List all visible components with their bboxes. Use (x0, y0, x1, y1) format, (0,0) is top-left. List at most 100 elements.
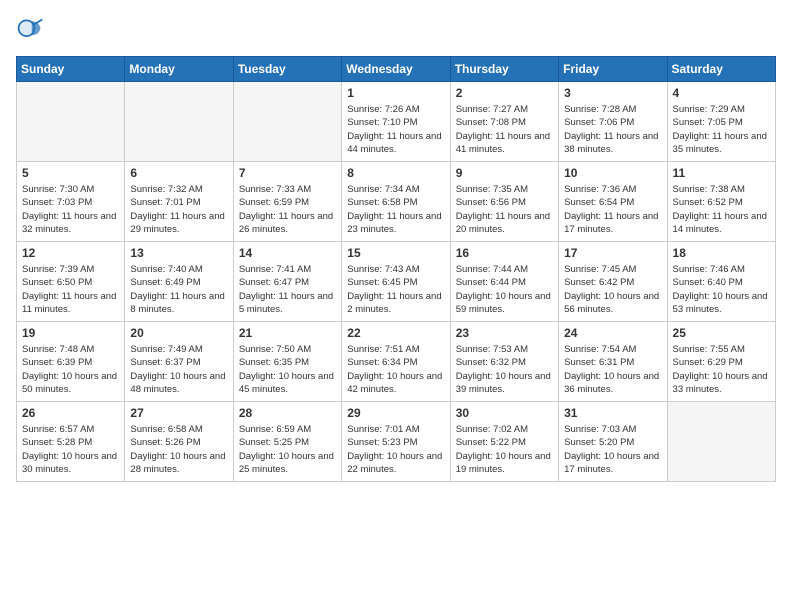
day-detail: Sunrise: 7:53 AM Sunset: 6:32 PM Dayligh… (456, 343, 553, 396)
calendar-cell: 11Sunrise: 7:38 AM Sunset: 6:52 PM Dayli… (667, 162, 775, 242)
week-row-5: 26 Sunrise: 6:57 AM Sunset: 5:28 PM Dayli… (17, 402, 776, 482)
calendar-cell (233, 82, 341, 162)
calendar-cell: 13 Sunrise: 7:40 AM Sunset: 6:49 PM Dayli… (125, 242, 233, 322)
day-detail: Sunrise: 7:28 AM Sunset: 7:06 PM Dayligh… (564, 103, 661, 156)
day-header-tuesday: Tuesday (233, 57, 341, 82)
day-detail: Sunrise: 7:29 AM Sunset: 7:05 PM Dayligh… (673, 103, 770, 156)
calendar-cell: 3 Sunrise: 7:28 AM Sunset: 7:06 PM Daylig… (559, 82, 667, 162)
calendar-cell: 31 Sunrise: 7:03 AM Sunset: 5:20 PM Dayli… (559, 402, 667, 482)
week-row-3: 12Sunrise: 7:39 AM Sunset: 6:50 PM Dayli… (17, 242, 776, 322)
calendar-cell (17, 82, 125, 162)
logo-icon (16, 16, 44, 44)
day-detail: Sunrise: 7:26 AM Sunset: 7:10 PM Dayligh… (347, 103, 444, 156)
day-number: 1 (347, 86, 444, 100)
day-detail: Sunrise: 7:44 AM Sunset: 6:44 PM Dayligh… (456, 263, 553, 316)
day-number: 4 (673, 86, 770, 100)
calendar-cell: 8 Sunrise: 7:34 AM Sunset: 6:58 PM Daylig… (342, 162, 450, 242)
calendar-cell: 23 Sunrise: 7:53 AM Sunset: 6:32 PM Dayli… (450, 322, 558, 402)
calendar-cell: 17Sunrise: 7:45 AM Sunset: 6:42 PM Dayli… (559, 242, 667, 322)
logo (16, 16, 48, 44)
day-detail: Sunrise: 7:34 AM Sunset: 6:58 PM Dayligh… (347, 183, 444, 236)
day-header-saturday: Saturday (667, 57, 775, 82)
day-detail: Sunrise: 6:59 AM Sunset: 5:25 PM Dayligh… (239, 423, 336, 476)
calendar-cell: 20 Sunrise: 7:49 AM Sunset: 6:37 PM Dayli… (125, 322, 233, 402)
day-header-monday: Monday (125, 57, 233, 82)
day-number: 7 (239, 166, 336, 180)
day-header-thursday: Thursday (450, 57, 558, 82)
day-header-wednesday: Wednesday (342, 57, 450, 82)
day-number: 26 (22, 406, 119, 420)
day-number: 13 (130, 246, 227, 260)
calendar-cell: 26 Sunrise: 6:57 AM Sunset: 5:28 PM Dayli… (17, 402, 125, 482)
day-detail: Sunrise: 7:54 AM Sunset: 6:31 PM Dayligh… (564, 343, 661, 396)
page-header (16, 16, 776, 44)
calendar-cell: 6 Sunrise: 7:32 AM Sunset: 7:01 PM Daylig… (125, 162, 233, 242)
day-detail: Sunrise: 7:01 AM Sunset: 5:23 PM Dayligh… (347, 423, 444, 476)
day-number: 10 (564, 166, 661, 180)
day-detail: Sunrise: 7:35 AM Sunset: 6:56 PM Dayligh… (456, 183, 553, 236)
day-number: 23 (456, 326, 553, 340)
week-row-2: 5Sunrise: 7:30 AM Sunset: 7:03 PM Daylig… (17, 162, 776, 242)
calendar-cell: 29 Sunrise: 7:01 AM Sunset: 5:23 PM Dayli… (342, 402, 450, 482)
day-detail: Sunrise: 7:33 AM Sunset: 6:59 PM Dayligh… (239, 183, 336, 236)
day-detail: Sunrise: 7:41 AM Sunset: 6:47 PM Dayligh… (239, 263, 336, 316)
calendar-cell (125, 82, 233, 162)
day-header-friday: Friday (559, 57, 667, 82)
day-number: 21 (239, 326, 336, 340)
day-number: 18 (673, 246, 770, 260)
calendar-table: SundayMondayTuesdayWednesdayThursdayFrid… (16, 56, 776, 482)
day-number: 28 (239, 406, 336, 420)
calendar-cell: 16 Sunrise: 7:44 AM Sunset: 6:44 PM Dayli… (450, 242, 558, 322)
day-detail: Sunrise: 7:55 AM Sunset: 6:29 PM Dayligh… (673, 343, 770, 396)
day-number: 30 (456, 406, 553, 420)
day-number: 19 (22, 326, 119, 340)
day-detail: Sunrise: 7:03 AM Sunset: 5:20 PM Dayligh… (564, 423, 661, 476)
day-detail: Sunrise: 6:57 AM Sunset: 5:28 PM Dayligh… (22, 423, 119, 476)
calendar-cell (667, 402, 775, 482)
day-number: 20 (130, 326, 227, 340)
calendar-cell: 18 Sunrise: 7:46 AM Sunset: 6:40 PM Dayli… (667, 242, 775, 322)
calendar-cell: 14 Sunrise: 7:41 AM Sunset: 6:47 PM Dayli… (233, 242, 341, 322)
day-header-sunday: Sunday (17, 57, 125, 82)
calendar-cell: 2 Sunrise: 7:27 AM Sunset: 7:08 PM Daylig… (450, 82, 558, 162)
calendar-cell: 28 Sunrise: 6:59 AM Sunset: 5:25 PM Dayli… (233, 402, 341, 482)
day-number: 2 (456, 86, 553, 100)
calendar-cell: 12Sunrise: 7:39 AM Sunset: 6:50 PM Dayli… (17, 242, 125, 322)
day-number: 22 (347, 326, 444, 340)
calendar-cell: 5Sunrise: 7:30 AM Sunset: 7:03 PM Daylig… (17, 162, 125, 242)
day-number: 16 (456, 246, 553, 260)
day-number: 8 (347, 166, 444, 180)
day-number: 14 (239, 246, 336, 260)
day-detail: Sunrise: 7:38 AM Sunset: 6:52 PM Dayligh… (673, 183, 770, 236)
calendar-cell: 19 Sunrise: 7:48 AM Sunset: 6:39 PM Dayli… (17, 322, 125, 402)
day-number: 9 (456, 166, 553, 180)
day-detail: Sunrise: 7:49 AM Sunset: 6:37 PM Dayligh… (130, 343, 227, 396)
week-row-4: 19 Sunrise: 7:48 AM Sunset: 6:39 PM Dayli… (17, 322, 776, 402)
day-detail: Sunrise: 7:27 AM Sunset: 7:08 PM Dayligh… (456, 103, 553, 156)
day-detail: Sunrise: 7:51 AM Sunset: 6:34 PM Dayligh… (347, 343, 444, 396)
calendar-header-row: SundayMondayTuesdayWednesdayThursdayFrid… (17, 57, 776, 82)
day-detail: Sunrise: 7:40 AM Sunset: 6:49 PM Dayligh… (130, 263, 227, 316)
calendar-cell: 24 Sunrise: 7:54 AM Sunset: 6:31 PM Dayli… (559, 322, 667, 402)
calendar-cell: 22 Sunrise: 7:51 AM Sunset: 6:34 PM Dayli… (342, 322, 450, 402)
week-row-1: 1 Sunrise: 7:26 AM Sunset: 7:10 PM Daylig… (17, 82, 776, 162)
day-detail: Sunrise: 7:46 AM Sunset: 6:40 PM Dayligh… (673, 263, 770, 316)
day-detail: Sunrise: 7:36 AM Sunset: 6:54 PM Dayligh… (564, 183, 661, 236)
day-number: 27 (130, 406, 227, 420)
day-number: 29 (347, 406, 444, 420)
day-number: 6 (130, 166, 227, 180)
day-detail: Sunrise: 7:02 AM Sunset: 5:22 PM Dayligh… (456, 423, 553, 476)
day-detail: Sunrise: 7:48 AM Sunset: 6:39 PM Dayligh… (22, 343, 119, 396)
calendar-cell: 10 Sunrise: 7:36 AM Sunset: 6:54 PM Dayli… (559, 162, 667, 242)
calendar-cell: 1 Sunrise: 7:26 AM Sunset: 7:10 PM Daylig… (342, 82, 450, 162)
day-detail: Sunrise: 7:32 AM Sunset: 7:01 PM Dayligh… (130, 183, 227, 236)
day-number: 31 (564, 406, 661, 420)
day-detail: Sunrise: 7:30 AM Sunset: 7:03 PM Dayligh… (22, 183, 119, 236)
calendar-cell: 9 Sunrise: 7:35 AM Sunset: 6:56 PM Daylig… (450, 162, 558, 242)
day-number: 3 (564, 86, 661, 100)
day-number: 25 (673, 326, 770, 340)
day-number: 24 (564, 326, 661, 340)
day-detail: Sunrise: 7:39 AM Sunset: 6:50 PM Dayligh… (22, 263, 119, 316)
calendar-cell: 25 Sunrise: 7:55 AM Sunset: 6:29 PM Dayli… (667, 322, 775, 402)
day-number: 17 (564, 246, 661, 260)
